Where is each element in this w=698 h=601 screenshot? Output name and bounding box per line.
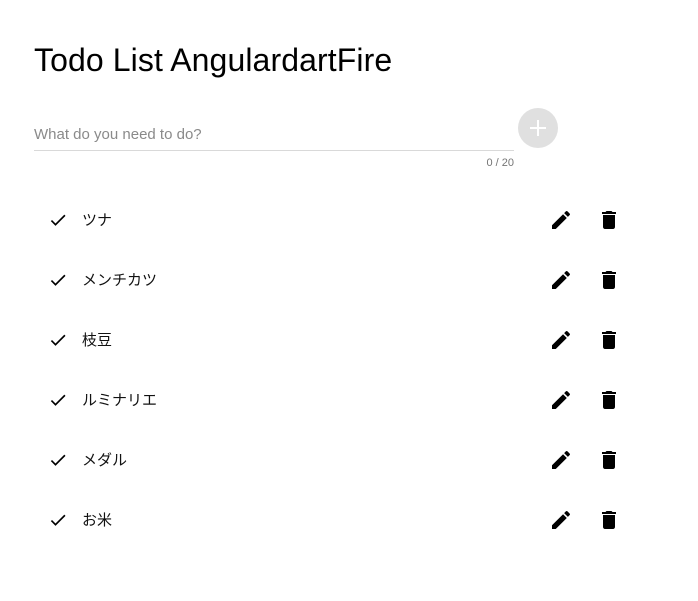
todo-input[interactable]: [34, 118, 514, 151]
todo-label: メンチカツ: [82, 271, 158, 289]
trash-icon: [597, 448, 621, 472]
edit-button[interactable]: [549, 388, 573, 412]
plus-icon: [529, 119, 547, 137]
edit-button[interactable]: [549, 508, 573, 532]
edit-button[interactable]: [549, 448, 573, 472]
delete-button[interactable]: [597, 448, 621, 472]
edit-button[interactable]: [549, 208, 573, 232]
todo-label: お米: [82, 511, 113, 529]
trash-icon: [597, 208, 621, 232]
pencil-icon: [549, 268, 573, 292]
pencil-icon: [549, 508, 573, 532]
trash-icon: [597, 388, 621, 412]
check-icon[interactable]: [48, 450, 68, 470]
pencil-icon: [549, 328, 573, 352]
pencil-icon: [549, 208, 573, 232]
trash-icon: [597, 508, 621, 532]
check-icon[interactable]: [48, 510, 68, 530]
list-item: ツナ: [34, 190, 634, 250]
delete-button[interactable]: [597, 328, 621, 352]
list-item: メンチカツ: [34, 250, 634, 310]
page-title: Todo List AngulardartFire: [34, 42, 393, 78]
todo-label: 枝豆: [82, 331, 113, 349]
delete-button[interactable]: [597, 388, 621, 412]
todo-input-container: 0 / 20: [34, 118, 514, 169]
check-icon[interactable]: [48, 330, 68, 350]
todo-list: ツナ メンチカツ 枝豆 ルミナリエ メダル お米: [34, 190, 634, 550]
edit-button[interactable]: [549, 328, 573, 352]
todo-label: メダル: [82, 451, 128, 469]
todo-label: ルミナリエ: [82, 391, 158, 409]
list-item: 枝豆: [34, 310, 634, 370]
todo-page: Todo List AngulardartFire 0 / 20 ツナ: [0, 0, 698, 601]
pencil-icon: [549, 448, 573, 472]
trash-icon: [597, 268, 621, 292]
delete-button[interactable]: [597, 268, 621, 292]
delete-button[interactable]: [597, 508, 621, 532]
trash-icon: [597, 328, 621, 352]
check-icon[interactable]: [48, 390, 68, 410]
check-icon[interactable]: [48, 270, 68, 290]
list-item: お米: [34, 490, 634, 550]
list-item: メダル: [34, 430, 634, 490]
character-counter: 0 / 20: [486, 157, 514, 169]
check-icon[interactable]: [48, 210, 68, 230]
delete-button[interactable]: [597, 208, 621, 232]
list-item: ルミナリエ: [34, 370, 634, 430]
todo-label: ツナ: [82, 211, 113, 229]
add-todo-button[interactable]: [518, 108, 558, 148]
pencil-icon: [549, 388, 573, 412]
edit-button[interactable]: [549, 268, 573, 292]
